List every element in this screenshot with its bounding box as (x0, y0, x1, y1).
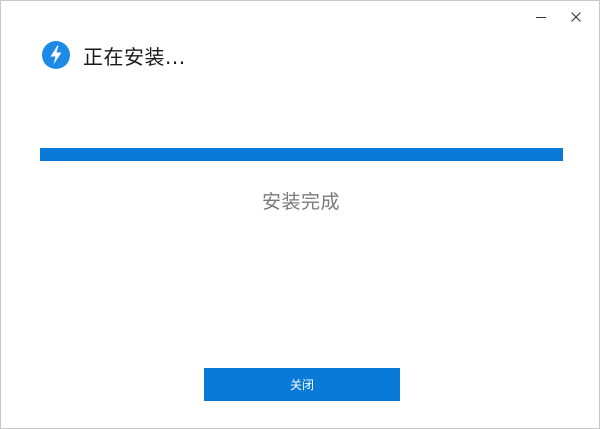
minimize-button[interactable] (526, 5, 556, 29)
close-window-button[interactable] (561, 5, 591, 29)
progress-fill (40, 148, 563, 161)
minimize-icon (536, 17, 546, 18)
close-icon (571, 12, 581, 22)
close-button[interactable]: 关闭 (204, 368, 400, 401)
installer-header: 正在安装... (41, 39, 186, 71)
installer-window: 正在安装... 安装完成 关闭 (0, 0, 600, 429)
status-text: 安装完成 (261, 191, 340, 213)
lightning-bolt-icon (42, 41, 70, 69)
window-title: 正在安装... (83, 44, 186, 69)
progress-bar (40, 148, 563, 161)
